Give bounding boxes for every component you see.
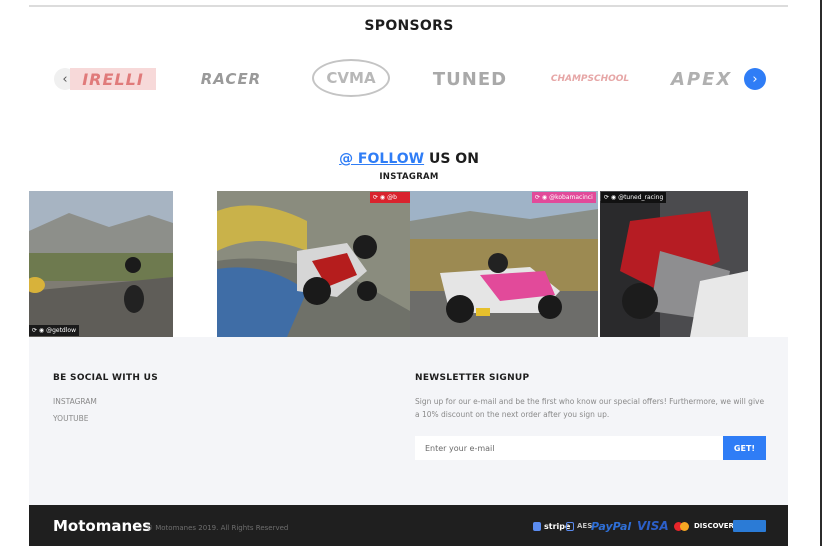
footer-top (29, 337, 788, 505)
newsletter-heading: NEWSLETTER SIGNUP (415, 373, 530, 383)
top-divider (29, 5, 788, 7)
newsletter-submit-button[interactable]: GET! (723, 436, 766, 460)
sponsor-logo-racer[interactable]: RACER (190, 68, 272, 90)
instagram-handle-3: ⟳ ◉ @kobamacinci (532, 192, 596, 203)
instagram-handle-4: ⟳ ◉ @tuned_racing (601, 192, 667, 203)
instagram-handle-text-4: @tuned_racing (618, 194, 664, 201)
sponsor-logo-champschool[interactable]: CHAMPSCHOOL (548, 70, 632, 88)
instagram-glyph-icon: ⟳ ◉ (32, 327, 47, 334)
instagram-handle-text-1: @getdlow (46, 327, 76, 334)
sponsor-logo-tuned[interactable]: TUNED (430, 65, 510, 93)
instagram-photo-4 (600, 191, 748, 337)
sponsor-logo-pirelli[interactable]: IRELLI (70, 68, 156, 90)
brand-logo[interactable]: Motomanes (53, 517, 151, 535)
social-link-instagram[interactable]: INSTAGRAM (53, 397, 97, 406)
shield-icon (533, 521, 541, 531)
instagram-handle-2: ⟳ ◉ @b (370, 192, 410, 203)
instagram-photo-1 (29, 191, 173, 337)
sponsors-title: SPONSORS (364, 18, 454, 34)
payment-visa: VISA (637, 519, 669, 533)
page: SPONSORS ‹ IRELLI RACER CVMA TUNED CHAMP… (0, 0, 822, 546)
instagram-glyph-icon: ⟳ ◉ (604, 194, 619, 201)
payment-aes: AES (566, 519, 592, 533)
social-link-youtube[interactable]: YOUTUBE (53, 414, 89, 423)
email-field[interactable] (415, 436, 723, 460)
sponsor-logo-apex[interactable]: APEX (671, 65, 745, 93)
payment-mastercard-icon (674, 519, 689, 533)
instagram-handle-text-2: @b (387, 194, 397, 201)
instagram-post-1[interactable]: ⟳ ◉ @getdlow (29, 191, 173, 337)
instagram-handle-1: ⟳ ◉ @getdlow (29, 325, 79, 336)
payment-discover: DISCOVER (694, 522, 734, 530)
follow-heading-rest: US ON (424, 151, 479, 167)
payment-stripe: stripe (533, 519, 570, 533)
payment-aes-label: AES (577, 522, 593, 530)
instagram-glyph-icon: ⟳ ◉ (535, 194, 550, 201)
payment-paypal: PayPal (591, 519, 632, 533)
instagram-glyph-icon: ⟳ ◉ (373, 194, 388, 201)
check-shield-icon (566, 521, 574, 531)
social-heading: BE SOCIAL WITH US (53, 373, 159, 383)
chevron-left-icon: ‹ (62, 71, 68, 87)
sponsor-logo-cvma[interactable]: CVMA (312, 59, 390, 97)
copyright-text: © Motomanes 2019. All Rights Reserved (146, 524, 289, 532)
instagram-post-2[interactable]: ⟳ ◉ @b (217, 191, 410, 337)
instagram-post-4[interactable]: ⟳ ◉ @tuned_racing (600, 191, 748, 337)
instagram-handle-text-3: @kobamacinci (549, 194, 593, 201)
follow-link[interactable]: @ FOLLOW (339, 151, 424, 167)
carousel-next-button[interactable]: › (744, 68, 766, 90)
newsletter-text: Sign up for our e-mail and be the first … (415, 397, 765, 419)
follow-heading: @ FOLLOW US ON (0, 151, 818, 167)
follow-subtitle: INSTAGRAM (379, 172, 439, 182)
payment-amex-icon (733, 519, 766, 533)
instagram-post-3[interactable]: ⟳ ◉ @kobamacinci (410, 191, 598, 337)
chevron-right-icon: › (752, 71, 758, 87)
instagram-photo-2 (217, 191, 410, 337)
instagram-photo-3 (410, 191, 598, 337)
